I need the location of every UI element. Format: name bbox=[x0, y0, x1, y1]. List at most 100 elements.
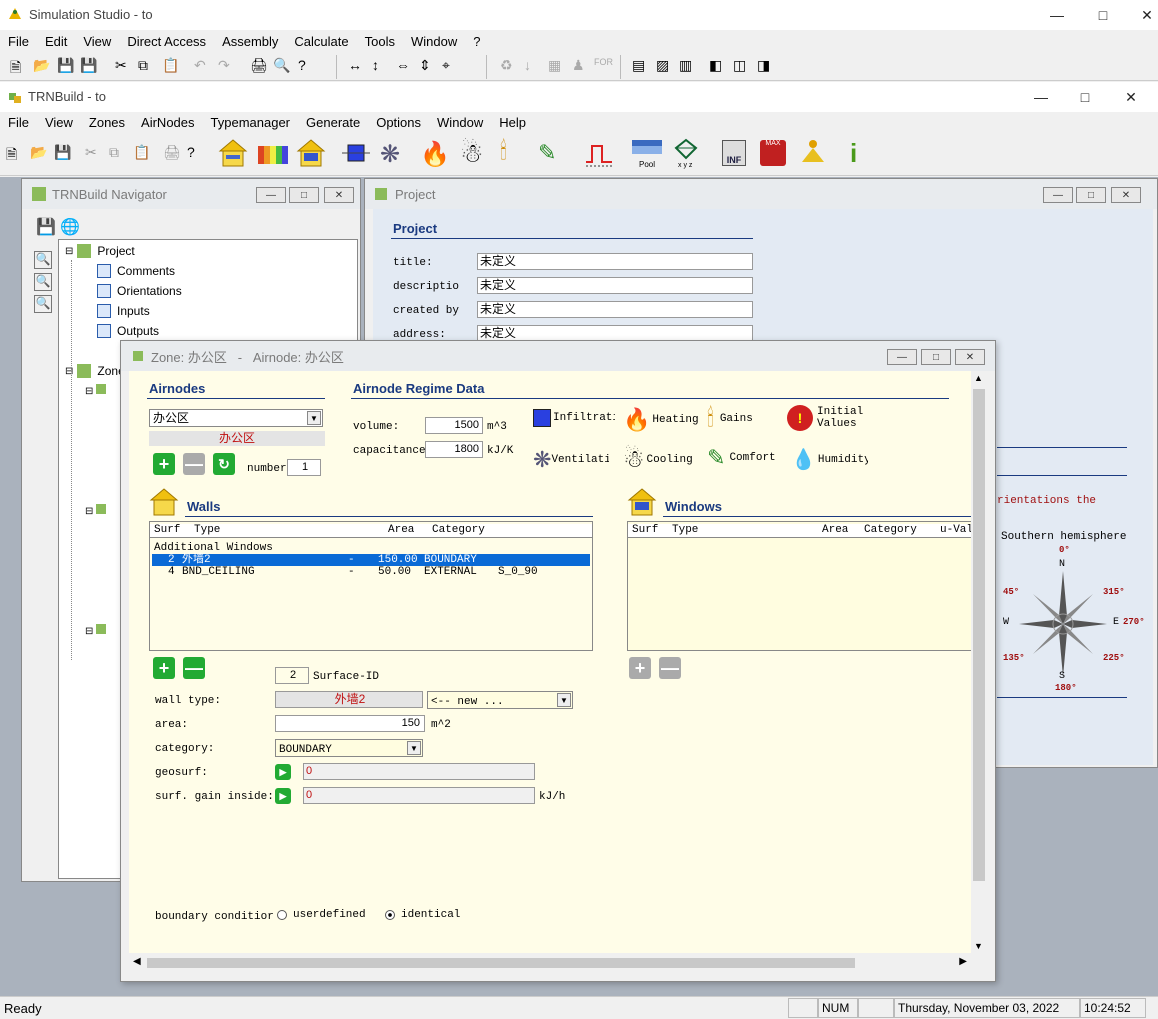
infiltration-button[interactable]: Infiltratio bbox=[533, 409, 615, 427]
surf-gain-play-icon[interactable]: ▶ bbox=[275, 788, 291, 804]
menu-file[interactable]: File bbox=[0, 34, 37, 49]
color-bars-icon[interactable] bbox=[258, 146, 288, 167]
remove-window-button[interactable]: — bbox=[659, 657, 681, 679]
fit-all-icon[interactable]: ⌖ bbox=[442, 57, 450, 74]
refresh-airnode-button[interactable]: ↻ bbox=[213, 453, 235, 475]
scroll-left-icon[interactable]: ◀ bbox=[133, 956, 141, 967]
gains-button[interactable]: 🕯 Gains bbox=[707, 405, 753, 433]
print-icon[interactable]: 🖨 bbox=[250, 57, 268, 74]
redo-icon[interactable]: ↷ bbox=[218, 57, 230, 74]
navigator-close-button[interactable]: ✕ bbox=[324, 187, 354, 203]
trnbuild-maximize-button[interactable]: □ bbox=[1062, 82, 1108, 112]
trn-menu-window[interactable]: Window bbox=[429, 115, 491, 130]
surface-id-field[interactable]: 2 bbox=[275, 667, 309, 684]
zoom-out-icon[interactable]: 🔍 bbox=[34, 273, 52, 291]
humidity-button[interactable]: 💧 Humidity bbox=[791, 447, 868, 472]
align-middle-icon[interactable]: ▨ bbox=[656, 57, 669, 74]
trnbuild-close-button[interactable]: ✕ bbox=[1108, 82, 1154, 112]
figure-icon[interactable]: ♟ bbox=[572, 57, 585, 74]
tree-project[interactable]: ⊟ Project bbox=[65, 244, 135, 258]
volume-field[interactable]: 1500 bbox=[425, 417, 483, 434]
cut-icon[interactable]: ✂ bbox=[115, 57, 127, 74]
align-top-icon[interactable]: ▤ bbox=[632, 57, 645, 74]
tree-comments[interactable]: Comments bbox=[97, 264, 175, 278]
initial-values-button[interactable]: ! Initial Values bbox=[787, 405, 865, 431]
navigator-minimize-button[interactable]: — bbox=[256, 187, 286, 203]
navigator-toolbar-icon-2[interactable]: 🌐 bbox=[60, 217, 80, 237]
menu-assembly[interactable]: Assembly bbox=[214, 34, 286, 49]
menu-calculate[interactable]: Calculate bbox=[286, 34, 356, 49]
save-icon[interactable]: 💾 bbox=[57, 57, 74, 74]
tree-inputs[interactable]: Inputs bbox=[97, 304, 150, 318]
menu-help[interactable]: ? bbox=[465, 34, 488, 49]
capacitance-field[interactable]: 1800 bbox=[425, 441, 483, 458]
align-bottom-icon[interactable]: ▥ bbox=[679, 57, 692, 74]
chevron-down-icon[interactable]: ▼ bbox=[307, 411, 321, 425]
trn-menu-file[interactable]: File bbox=[0, 115, 37, 130]
menu-tools[interactable]: Tools bbox=[357, 34, 403, 49]
people-icon[interactable] bbox=[800, 138, 826, 167]
trn-help-icon[interactable]: ? bbox=[187, 144, 195, 160]
fit-vertical-icon[interactable]: ⇕ bbox=[419, 57, 431, 74]
scroll-thumb[interactable] bbox=[973, 389, 985, 881]
house-icon[interactable] bbox=[218, 138, 248, 171]
zone-minimize-button[interactable]: — bbox=[887, 349, 917, 365]
gains-icon[interactable]: 🕯 bbox=[500, 138, 507, 166]
align-center-icon[interactable]: ◫ bbox=[733, 57, 746, 74]
scroll-hthumb[interactable] bbox=[147, 958, 855, 968]
cooling-icon[interactable]: ☃ bbox=[460, 138, 483, 169]
cooling-button[interactable]: ☃ Cooling bbox=[623, 445, 693, 474]
menu-view[interactable]: View bbox=[75, 34, 119, 49]
fit-width-icon[interactable]: ↔ bbox=[348, 57, 362, 73]
geosurf-field[interactable]: 0 bbox=[303, 763, 535, 780]
maximize-button[interactable]: □ bbox=[1080, 0, 1126, 30]
project-created-by-field[interactable]: 未定义 bbox=[477, 301, 753, 318]
trn-menu-options[interactable]: Options bbox=[368, 115, 429, 130]
save-all-icon[interactable]: 💾 bbox=[80, 57, 97, 74]
add-window-button[interactable]: + bbox=[629, 657, 651, 679]
chevron-down-icon[interactable]: ▼ bbox=[557, 693, 571, 707]
heating-icon[interactable]: 🔥 bbox=[420, 140, 450, 169]
trn-menu-airnodes[interactable]: AirNodes bbox=[133, 115, 202, 130]
trn-menu-generate[interactable]: Generate bbox=[298, 115, 368, 130]
geosurf-play-icon[interactable]: ▶ bbox=[275, 764, 291, 780]
schedule-icon[interactable] bbox=[584, 140, 614, 171]
tree-expand-icon[interactable]: ⊟ bbox=[65, 246, 73, 257]
zone-close-button[interactable]: ✕ bbox=[955, 349, 985, 365]
zoom-in-icon[interactable]: 🔍 bbox=[34, 251, 52, 269]
airnode-select[interactable]: 办公区 ▼ bbox=[149, 409, 323, 427]
fit-horizontal-icon[interactable]: ⇔ bbox=[396, 57, 410, 73]
surf-gain-field[interactable]: 0 bbox=[303, 787, 535, 804]
tree-zones[interactable]: ⊟ Zone bbox=[65, 364, 125, 378]
tree-zone-node-1[interactable]: ⊟ bbox=[85, 384, 107, 397]
heating-button[interactable]: 🔥 Heating bbox=[623, 407, 699, 433]
align-left-icon[interactable]: ◧ bbox=[709, 57, 722, 74]
trn-menu-view[interactable]: View bbox=[37, 115, 81, 130]
down-arrow-icon[interactable]: ↓ bbox=[524, 57, 531, 73]
menu-direct-access[interactable]: Direct Access bbox=[119, 34, 214, 49]
add-airnode-button[interactable]: + bbox=[153, 453, 175, 475]
new-icon[interactable]: 🗎 bbox=[10, 57, 21, 81]
trn-cut-icon[interactable]: ✂ bbox=[85, 144, 97, 161]
tree-zones-expand-icon[interactable]: ⊟ bbox=[65, 366, 73, 377]
copy-icon[interactable]: ⧉ bbox=[138, 57, 148, 74]
print-preview-icon[interactable]: 🔍 bbox=[273, 57, 290, 74]
inf-icon[interactable]: INF bbox=[722, 140, 746, 166]
scroll-up-icon[interactable]: ▲ bbox=[974, 373, 983, 383]
project-maximize-button[interactable]: □ bbox=[1076, 187, 1106, 203]
navigator-toolbar-icon-1[interactable]: 💾 bbox=[36, 217, 56, 237]
help-icon[interactable]: ? bbox=[298, 57, 306, 73]
comfort-icon[interactable]: ✎ bbox=[538, 140, 556, 166]
trn-print-icon[interactable]: 🖨 bbox=[163, 144, 181, 161]
trn-save-icon[interactable]: 💾 bbox=[54, 144, 71, 161]
chevron-down-icon[interactable]: ▼ bbox=[407, 741, 421, 755]
pool-icon[interactable] bbox=[632, 140, 662, 157]
navigator-maximize-button[interactable]: □ bbox=[289, 187, 319, 203]
tree-outputs[interactable]: Outputs bbox=[97, 324, 159, 338]
zone-vertical-scrollbar[interactable]: ▲ ▼ bbox=[971, 371, 987, 953]
trn-open-icon[interactable]: 📂 bbox=[30, 144, 47, 161]
tree-zone-node-2[interactable]: ⊟ bbox=[85, 504, 107, 517]
project-title-field[interactable]: 未定义 bbox=[477, 253, 753, 270]
align-right-icon[interactable]: ◨ bbox=[757, 57, 770, 74]
add-wall-button[interactable]: + bbox=[153, 657, 175, 679]
